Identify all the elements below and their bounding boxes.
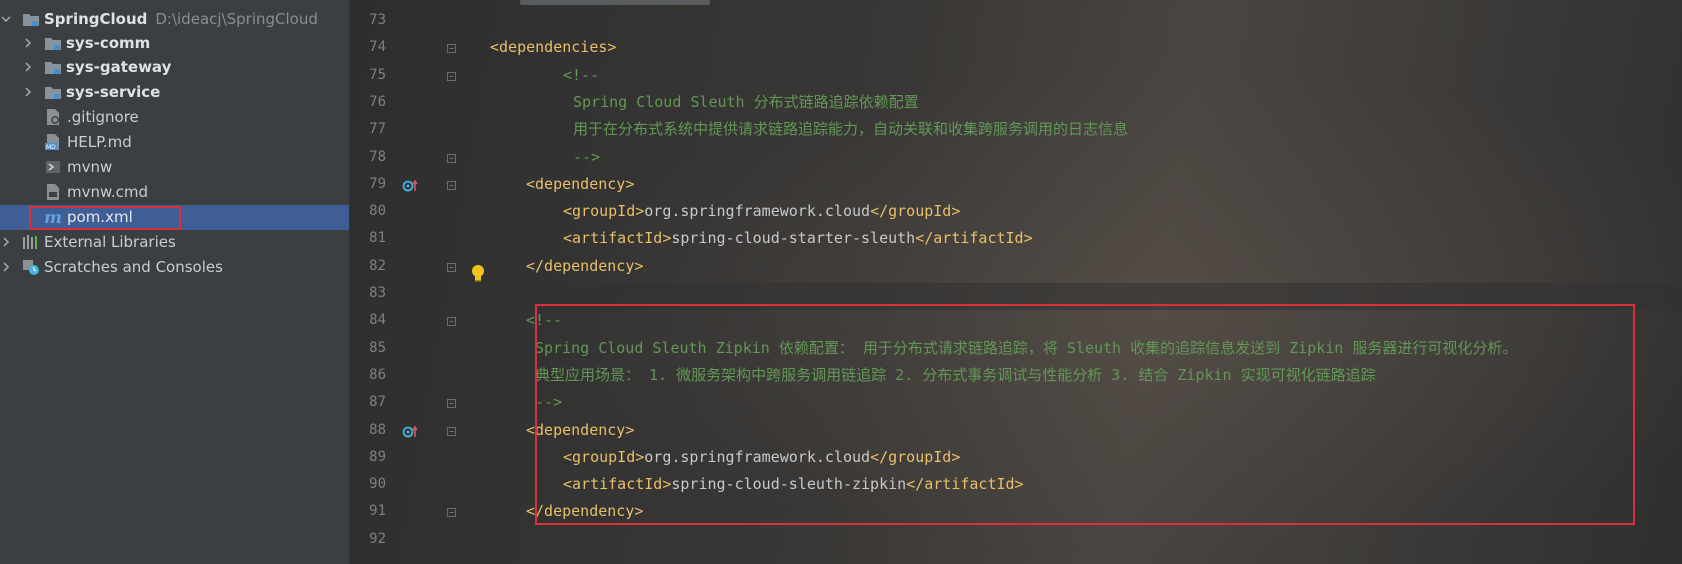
chevron-right-icon[interactable] <box>22 37 34 49</box>
tag-value: org.springframework.cloud <box>644 202 871 221</box>
xml-tag: <artifactId> <box>563 229 672 248</box>
tree-item-root[interactable]: SpringCloud D:\ideacj\SpringCloud <box>0 7 349 32</box>
xml-tag: </artifactId> <box>915 229 1033 248</box>
code-line[interactable]: <groupId>org.springframework.cloud</grou… <box>563 198 960 225</box>
tree-item-label: External Libraries <box>44 233 176 251</box>
tree-item-file[interactable]: MD HELP.md <box>0 130 349 155</box>
xml-tag: <dependency> <box>526 174 635 193</box>
tree-item-scratches[interactable]: Scratches and Consoles <box>0 255 349 280</box>
file-highlight-box <box>29 206 181 230</box>
code-line[interactable]: Spring Cloud Sleuth 分布式链路追踪依赖配置 <box>573 89 919 116</box>
tree-item-label: sys-service <box>66 83 161 101</box>
code-editor[interactable]: 73 74 75 76 77 78 79 80 81 82 83 84 85 86 87 88 89 90 91 92… <box>350 0 1682 564</box>
chevron-right-icon[interactable] <box>0 236 12 248</box>
tree-item-external-libraries[interactable]: External Libraries <box>0 230 349 255</box>
code-comment: 用于在分布式系统中提供请求链路追踪能力，自动关联和收集跨服务调用的日志信息 <box>573 120 1129 139</box>
svg-text:MD: MD <box>46 144 56 151</box>
code-highlight-box <box>535 304 1635 525</box>
chevron-down-icon[interactable] <box>0 13 12 25</box>
project-tool-window: SpringCloud D:\ideacj\SpringCloud sys-com… <box>0 0 350 564</box>
code-comment: <!-- <box>563 65 600 84</box>
shell-script-icon <box>44 158 62 176</box>
lightbulb-icon[interactable] <box>470 264 486 282</box>
module-folder-icon <box>44 83 62 101</box>
chevron-right-icon[interactable] <box>22 61 34 73</box>
tag-value: spring-cloud-starter-sleuth <box>671 229 916 248</box>
tree-item-folder[interactable]: sys-comm <box>0 31 349 56</box>
xml-tag: <dependencies> <box>490 38 617 57</box>
xml-tag: </dependency> <box>526 256 644 275</box>
chevron-right-icon[interactable] <box>22 86 34 98</box>
code-comment: Spring Cloud Sleuth 分布式链路追踪依赖配置 <box>573 92 919 111</box>
tree-item-label: HELP.md <box>67 133 132 151</box>
code-line[interactable]: <!-- <box>563 62 599 89</box>
scratches-icon <box>22 258 40 276</box>
tree-item-file[interactable]: .gitignore <box>0 105 349 130</box>
module-folder-icon <box>44 34 62 52</box>
code-line[interactable]: --> <box>573 144 600 171</box>
xml-tag: <groupId> <box>563 202 645 221</box>
tree-item-folder[interactable]: sys-gateway <box>0 55 349 80</box>
tree-item-label: .gitignore <box>67 108 139 126</box>
markdown-file-icon: MD <box>44 133 62 151</box>
module-folder-icon <box>22 10 40 28</box>
overridden-run-gutter-icon[interactable] <box>402 178 418 194</box>
code-line[interactable]: <artifactId>spring-cloud-starter-sleuth<… <box>563 225 1033 252</box>
cmd-file-icon <box>44 183 62 201</box>
tree-item-label: sys-gateway <box>66 58 172 76</box>
library-icon <box>22 233 40 251</box>
tree-item-file[interactable]: mvnw.cmd <box>0 180 349 205</box>
tree-item-label: mvnw <box>67 158 113 176</box>
code-line[interactable]: <dependencies> <box>490 34 616 61</box>
module-folder-icon <box>44 58 62 76</box>
gitignore-file-icon <box>44 108 62 126</box>
tree-item-label: mvnw.cmd <box>67 183 149 201</box>
tree-item-file[interactable]: mvnw <box>0 155 349 180</box>
tree-item-label: Scratches and Consoles <box>44 258 223 276</box>
tree-item-root-path: D:\ideacj\SpringCloud <box>155 10 318 28</box>
chevron-right-icon[interactable] <box>0 261 12 273</box>
code-line[interactable]: </dependency> <box>526 253 643 280</box>
code-line[interactable]: <dependency> <box>526 171 634 198</box>
xml-tag: </groupId> <box>870 202 961 221</box>
overridden-run-gutter-icon[interactable] <box>402 424 418 440</box>
tree-item-folder[interactable]: sys-service <box>0 80 349 105</box>
tree-item-label: sys-comm <box>66 34 151 52</box>
code-comment: --> <box>573 147 601 166</box>
tree-item-root-label: SpringCloud D:\ideacj\SpringCloud <box>44 10 318 28</box>
code-line[interactable]: 用于在分布式系统中提供请求链路追踪能力，自动关联和收集跨服务调用的日志信息 <box>573 116 1128 143</box>
